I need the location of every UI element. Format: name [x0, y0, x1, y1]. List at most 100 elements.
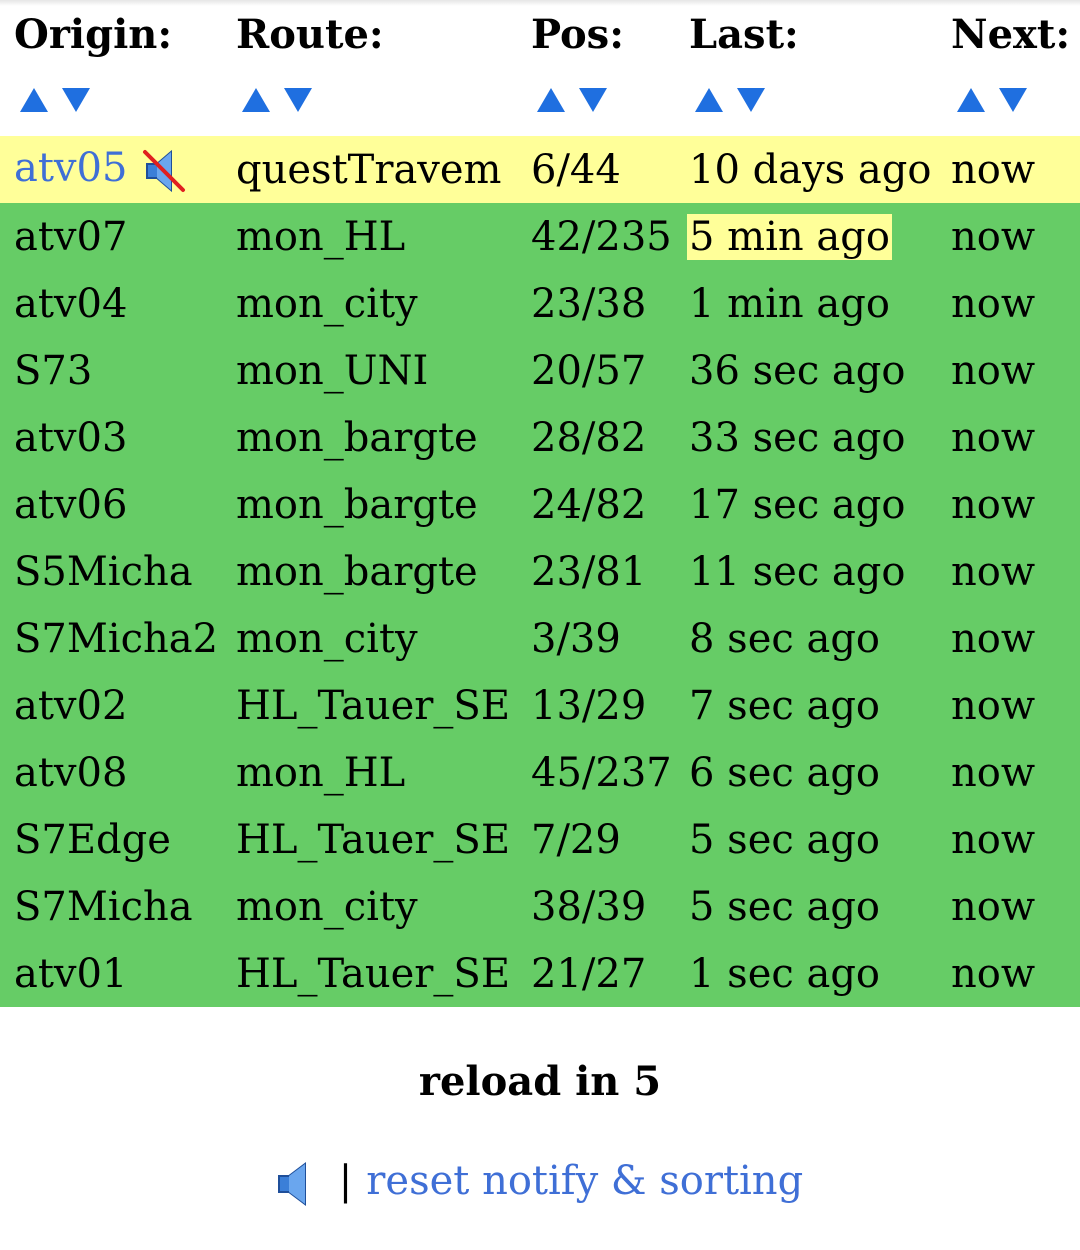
cell-last: 6 sec ago: [689, 749, 881, 796]
header-origin: Origin:: [14, 10, 173, 58]
cell-origin: S7Micha: [0, 873, 222, 940]
cell-pos: 21/27: [531, 950, 647, 997]
origin-label: atv08: [14, 749, 128, 796]
sort-next-descending-icon[interactable]: [999, 88, 1027, 112]
reload-countdown: reload in 5: [418, 1058, 662, 1105]
cell-origin: atv07: [0, 203, 222, 270]
table-row: S7Micha mon_city 38/39 5 sec ago now: [0, 873, 1080, 940]
cell-next-container: now: [937, 337, 1080, 404]
cell-next-container: now: [937, 806, 1080, 873]
cell-next: now: [951, 883, 1036, 930]
cell-route: mon_HL: [236, 213, 406, 260]
sort-pos-ascending-icon[interactable]: [537, 88, 565, 112]
cell-origin: atv01: [0, 940, 222, 1007]
cell-origin: S5Micha: [0, 538, 222, 605]
cell-route-container: mon_city: [222, 270, 517, 337]
cell-pos: 24/82: [531, 481, 647, 528]
cell-last-container: 7 sec ago: [675, 672, 937, 739]
cell-origin: S7Micha2: [0, 605, 222, 672]
cell-route: mon_city: [236, 883, 418, 930]
table-row: S5Micha mon_bargte 23/81 11 sec ago now: [0, 538, 1080, 605]
origin-label: atv07: [14, 213, 128, 260]
cell-pos-container: 38/39: [517, 873, 675, 940]
cell-origin: atv02: [0, 672, 222, 739]
cell-next-container: now: [937, 136, 1080, 203]
cell-route: mon_bargte: [236, 548, 478, 595]
sort-origin-ascending-icon[interactable]: [20, 88, 48, 112]
cell-last: 36 sec ago: [689, 347, 906, 394]
cell-route: mon_HL: [236, 749, 406, 796]
table-row: atv04 mon_city 23/38 1 min ago now: [0, 270, 1080, 337]
cell-route: mon_bargte: [236, 481, 478, 528]
cell-pos-container: 23/81: [517, 538, 675, 605]
origin-label: S7Edge: [14, 816, 171, 863]
cell-pos: 23/38: [531, 280, 647, 327]
sort-row: [0, 68, 1080, 136]
table-row: atv07 mon_HL 42/235 5 min ago now: [0, 203, 1080, 270]
cell-last-container: 10 days ago: [675, 136, 937, 203]
cell-next: now: [951, 816, 1036, 863]
cell-last-container: 33 sec ago: [675, 404, 937, 471]
cell-route: questTravem: [236, 146, 502, 193]
header-route: Route:: [236, 10, 384, 58]
cell-last: 5 sec ago: [689, 816, 881, 863]
cell-next: now: [951, 481, 1036, 528]
cell-pos: 28/82: [531, 414, 647, 461]
cell-pos: 7/29: [531, 816, 621, 863]
cell-last-container: 5 sec ago: [675, 806, 937, 873]
sort-route: [222, 68, 517, 136]
cell-last: 8 sec ago: [689, 615, 881, 662]
table-row: S7Micha2 mon_city 3/39 8 sec ago now: [0, 605, 1080, 672]
speaker-icon[interactable]: [277, 1161, 313, 1207]
cell-next: now: [951, 950, 1036, 997]
cell-last-container: 1 sec ago: [675, 940, 937, 1007]
cell-last-container: 11 sec ago: [675, 538, 937, 605]
cell-last: 7 sec ago: [689, 682, 881, 729]
cell-pos: 20/57: [531, 347, 647, 394]
cell-route-container: mon_city: [222, 873, 517, 940]
header-pos: Pos:: [531, 10, 624, 58]
cell-route-container: mon_HL: [222, 739, 517, 806]
cell-pos: 23/81: [531, 548, 647, 595]
cell-pos: 13/29: [531, 682, 647, 729]
sort-origin-descending-icon[interactable]: [62, 88, 90, 112]
table-row: atv02 HL_Tauer_SE 13/29 7 sec ago now: [0, 672, 1080, 739]
cell-next-container: now: [937, 940, 1080, 1007]
cell-origin: atv05: [0, 136, 222, 203]
cell-route-container: mon_bargte: [222, 404, 517, 471]
cell-next-container: now: [937, 739, 1080, 806]
cell-pos: 3/39: [531, 615, 621, 662]
cell-pos-container: 3/39: [517, 605, 675, 672]
cell-next: now: [951, 615, 1036, 662]
origin-label: S73: [14, 347, 93, 394]
origin-label: S7Micha: [14, 883, 193, 930]
sort-route-ascending-icon[interactable]: [242, 88, 270, 112]
sort-route-descending-icon[interactable]: [284, 88, 312, 112]
origin-label: S5Micha: [14, 548, 193, 595]
cell-last: 10 days ago: [689, 146, 932, 193]
cell-pos: 38/39: [531, 883, 647, 930]
sort-origin: [0, 68, 222, 136]
sort-pos-descending-icon[interactable]: [579, 88, 607, 112]
reset-notify-sorting-link[interactable]: reset notify & sorting: [366, 1158, 803, 1204]
table-body: atv05 questTravem 6/44 10 days ago now atv07 m…: [0, 136, 1080, 1007]
origin-link[interactable]: atv05: [14, 145, 127, 191]
cell-next-container: now: [937, 203, 1080, 270]
sort-last-ascending-icon[interactable]: [695, 88, 723, 112]
cell-last-container: 36 sec ago: [675, 337, 937, 404]
cell-last-container: 5 min ago: [675, 203, 937, 270]
sort-next-ascending-icon[interactable]: [957, 88, 985, 112]
cell-pos-container: 24/82: [517, 471, 675, 538]
cell-route: HL_Tauer_SE: [236, 816, 511, 863]
sort-last-descending-icon[interactable]: [737, 88, 765, 112]
cell-pos-container: 42/235: [517, 203, 675, 270]
cell-next-container: now: [937, 605, 1080, 672]
muted-speaker-icon[interactable]: [141, 148, 187, 194]
cell-route: mon_city: [236, 615, 418, 662]
cell-route: mon_city: [236, 280, 418, 327]
cell-route: mon_UNI: [236, 347, 429, 394]
cell-route-container: HL_Tauer_SE: [222, 940, 517, 1007]
cell-last-container: 1 min ago: [675, 270, 937, 337]
cell-next-container: now: [937, 471, 1080, 538]
header-next: Next:: [951, 10, 1071, 58]
